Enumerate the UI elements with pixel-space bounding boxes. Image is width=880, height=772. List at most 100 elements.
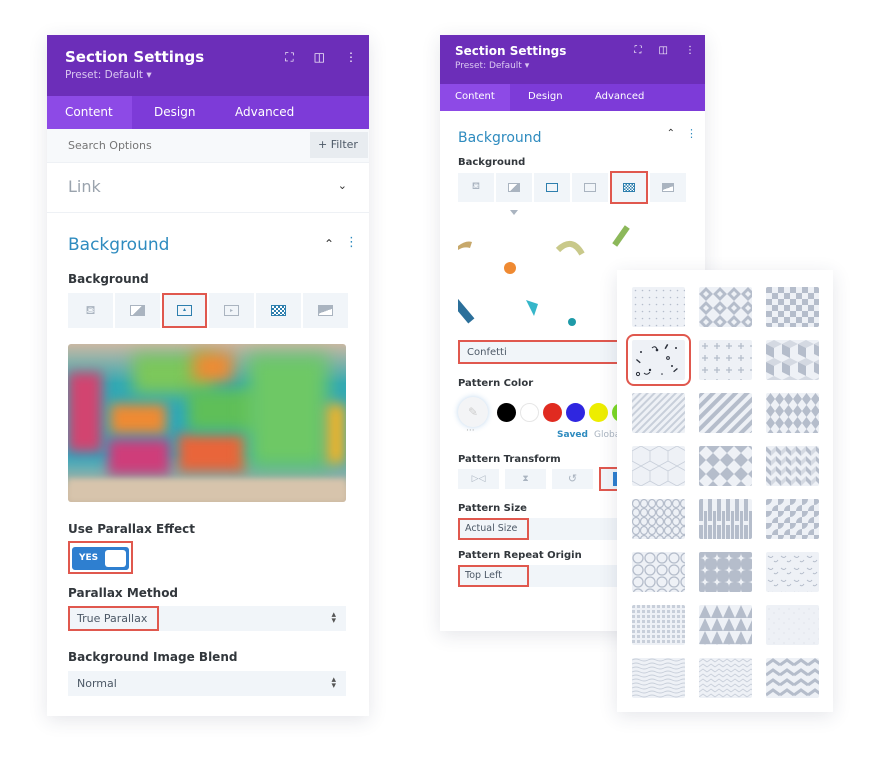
bg-gradient-button[interactable]: [496, 173, 532, 202]
pattern-tile-pinwheel[interactable]: [699, 446, 752, 486]
fullscreen-icon[interactable]: ⛶: [635, 45, 642, 56]
pattern-tile-diagonal-stripes[interactable]: [632, 393, 685, 433]
blend-label: Background Image Blend: [68, 649, 238, 664]
pattern-tile-stars[interactable]: [699, 552, 752, 592]
rotate-button[interactable]: ↺: [552, 469, 593, 489]
scales-pattern-icon: [632, 499, 685, 539]
pattern-tile-honeycomb[interactable]: [632, 446, 685, 486]
tab-content[interactable]: Content: [47, 96, 132, 129]
fullscreen-icon[interactable]: ⛶: [285, 50, 293, 65]
bg-mask-button[interactable]: [650, 173, 686, 202]
pinwheel-pattern-icon: [699, 446, 752, 486]
swatch-white[interactable]: [520, 402, 539, 422]
pattern-tile-zig-zag-thin[interactable]: [699, 658, 752, 698]
flip-vertical-icon: ⧗: [522, 474, 529, 484]
pattern-tile-crosses[interactable]: [699, 340, 752, 380]
pattern-grid: [626, 287, 833, 698]
pattern-tile-zig-zag[interactable]: [766, 658, 819, 698]
diagonal-stripes-pattern-icon: [632, 393, 685, 433]
more-colors-icon[interactable]: ···: [466, 426, 475, 436]
bg-image-button[interactable]: [534, 173, 570, 202]
swatch-black[interactable]: [497, 402, 516, 422]
parallax-toggle-wrap: YES: [68, 541, 133, 574]
preset-dropdown[interactable]: Preset: Default ▾: [455, 61, 690, 71]
pattern-tile-smiles[interactable]: [766, 552, 819, 592]
pattern-tile-waves-circles[interactable]: [632, 552, 685, 592]
saved-colors-tab[interactable]: Saved: [557, 430, 588, 440]
swatch-blue[interactable]: [566, 402, 585, 422]
flip-vertical-button[interactable]: ⧗: [505, 469, 546, 489]
bg-pattern-button[interactable]: [256, 293, 301, 328]
bg-video-button[interactable]: ▸: [209, 293, 254, 328]
bg-video-button[interactable]: [572, 173, 608, 202]
pattern-tile-confetti[interactable]: [626, 334, 691, 386]
smiles-pattern-icon: [766, 552, 819, 592]
bg-color-button[interactable]: ⛾: [458, 173, 494, 202]
flip-horizontal-button[interactable]: ▷◁: [458, 469, 499, 489]
pattern-tile-polka-dots[interactable]: [632, 287, 685, 327]
chevron-down-icon[interactable]: ⌄: [338, 179, 347, 192]
pattern-tile-triangles[interactable]: [699, 605, 752, 645]
piano-pattern-icon: [699, 499, 752, 539]
gradient-icon: [130, 305, 145, 316]
tab-design[interactable]: Design: [510, 84, 578, 111]
preset-dropdown[interactable]: Preset: Default ▾: [65, 69, 351, 81]
parallax-toggle[interactable]: YES: [72, 546, 129, 570]
pattern-tile-piano[interactable]: [699, 499, 752, 539]
panel-header: Section Settings Preset: Default ▾ ⛶ ◫ ⋮: [440, 35, 705, 84]
more-options-icon[interactable]: ⋮: [345, 50, 357, 65]
bg-mask-button[interactable]: [303, 293, 348, 328]
bg-color-button[interactable]: ⛾: [68, 293, 113, 328]
pattern-tile-scales[interactable]: [632, 499, 685, 539]
eyedropper-button[interactable]: ✎: [458, 397, 488, 427]
tab-advanced[interactable]: Advanced: [217, 96, 312, 129]
paint-bucket-icon: ⛾: [471, 181, 481, 192]
pattern-tile-cubes[interactable]: [766, 340, 819, 380]
section-more-icon[interactable]: ⋮: [345, 235, 358, 250]
background-section-title: Background: [458, 130, 542, 146]
split-view-icon[interactable]: ◫: [314, 50, 325, 65]
pattern-picker-popover: [617, 270, 833, 712]
split-view-icon[interactable]: ◫: [659, 45, 668, 56]
blend-select[interactable]: Normal ▴ ▾: [68, 670, 346, 696]
bg-image-button[interactable]: ▴: [162, 293, 207, 328]
pattern-tile-quarter-circles[interactable]: [766, 499, 819, 539]
image-icon: [546, 183, 558, 192]
video-icon: [584, 183, 596, 192]
pattern-tile-wavy[interactable]: [632, 658, 685, 698]
polka-dots-pattern-icon: [632, 287, 685, 327]
swatch-yellow[interactable]: [589, 402, 608, 422]
cubes-pattern-icon: [766, 340, 819, 380]
parallax-method-select[interactable]: True Parallax ▴ ▾: [68, 605, 346, 631]
swatch-red[interactable]: [543, 402, 562, 422]
filter-button[interactable]: + Filter: [310, 132, 368, 158]
pattern-tile-harlequin[interactable]: [766, 393, 819, 433]
pattern-tile-chevrons[interactable]: [766, 446, 819, 486]
toggle-state-label: YES: [79, 553, 99, 563]
flip-horizontal-icon: ▷◁: [471, 474, 486, 484]
diagonal-stripes-wide-pattern-icon: [699, 393, 752, 433]
pattern-tile-checkerboard[interactable]: [766, 287, 819, 327]
bg-pattern-button[interactable]: [610, 171, 648, 204]
tab-content[interactable]: Content: [440, 84, 510, 111]
section-more-icon[interactable]: ⋮: [686, 127, 697, 140]
search-input[interactable]: [47, 129, 287, 162]
chevron-up-icon[interactable]: ⌃: [667, 128, 675, 139]
link-section[interactable]: Link ⌄: [47, 163, 369, 213]
video-icon: ▸: [224, 305, 239, 316]
pattern-tile-diagonal-stripes-wide[interactable]: [699, 393, 752, 433]
blend-value: Normal: [77, 676, 117, 690]
chevron-up-icon[interactable]: ⌃: [324, 237, 334, 251]
pattern-tile-scattered[interactable]: [766, 605, 819, 645]
background-label: Background: [68, 272, 149, 286]
pattern-tile-grid-dots[interactable]: [632, 605, 685, 645]
more-options-icon[interactable]: ⋮: [685, 45, 695, 56]
pattern-tile-diamonds[interactable]: [699, 287, 752, 327]
quarter-circles-pattern-icon: [766, 499, 819, 539]
bg-gradient-button[interactable]: [115, 293, 160, 328]
grid-dots-pattern-icon: [632, 605, 685, 645]
background-type-selector: ⛾ ▴ ▸: [68, 293, 348, 328]
tab-design[interactable]: Design: [132, 96, 217, 129]
background-image-preview[interactable]: [68, 344, 346, 502]
tab-advanced[interactable]: Advanced: [578, 84, 661, 111]
